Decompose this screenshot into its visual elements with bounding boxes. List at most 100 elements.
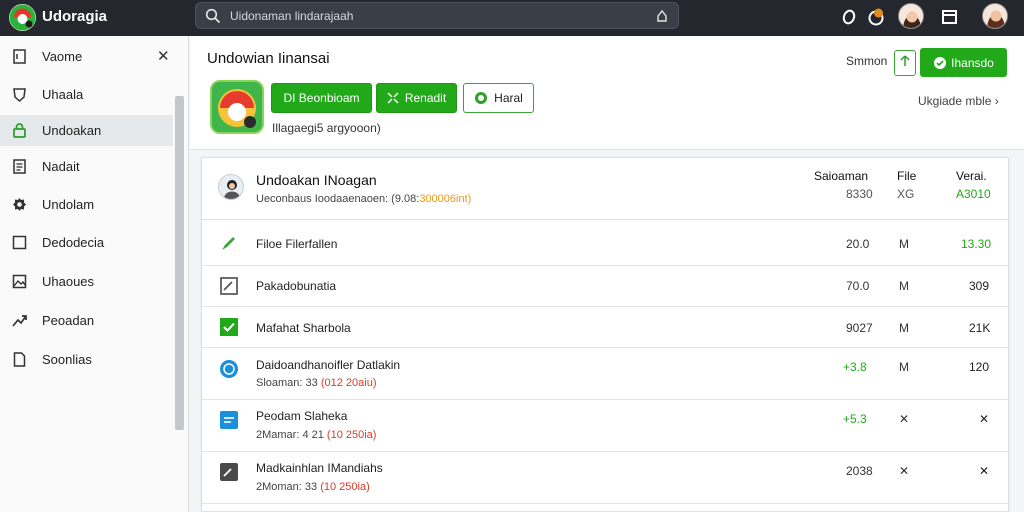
list-header: Undoakan INoagan Ueconbaus Ioodaaenaoen:… [202, 158, 1008, 220]
table-row[interactable]: Peodam Slaheka 2Mamar: 4 21 (10 250ia) +… [202, 400, 1008, 452]
sidebar-item-uhaala[interactable]: Uhaala [0, 79, 173, 110]
user-avatar[interactable] [898, 3, 924, 29]
row-cell-type: M [899, 360, 909, 374]
sidebar-item-label: Nadait [42, 159, 80, 174]
sidebar-item-dedodecia[interactable]: Dedodecia [0, 227, 173, 258]
expand-icon [387, 92, 399, 104]
target-icon [475, 92, 488, 104]
button-label: Renadit [404, 91, 447, 105]
row-title: Peodam Slaheka [256, 409, 348, 423]
edit-image-icon [220, 277, 238, 295]
sidebar-item-label: Vaome [42, 49, 83, 64]
row-cell-version: 13.30 [961, 237, 992, 251]
window-icon[interactable] [940, 7, 960, 27]
row-cell-size: 20.0 [846, 237, 870, 251]
sidebar-item-nadait[interactable]: Nadait [0, 151, 173, 182]
subtitle-highlight: 300006int) [419, 193, 472, 205]
sidebar: Vaome ✕ Uhaala Undoakan Nadait Undolam D… [0, 36, 189, 512]
sort-icon [900, 55, 910, 66]
row-title: Mafahat Sharbola [256, 321, 351, 335]
sidebar-item-vaome[interactable]: Vaome ✕ [0, 41, 173, 72]
close-icon[interactable]: ✕ [157, 47, 170, 65]
sidebar-item-label: Undolam [42, 197, 95, 212]
row-cell-version[interactable]: ✕ [979, 412, 989, 426]
avatar [218, 174, 244, 200]
row-title: Filoe Filerfallen [256, 237, 338, 251]
sidebar-item-undoakan[interactable]: Undoakan [0, 115, 173, 146]
row-cell-type[interactable]: ✕ [899, 464, 909, 478]
row-sub-prefix: 2Moman: 33 [256, 481, 321, 493]
subtitle-prefix: Ueconbaus Ioodaaenaoen: (9.08: [256, 193, 420, 205]
profile-avatar[interactable] [982, 3, 1008, 29]
row-cell-version[interactable]: ✕ [979, 464, 989, 478]
table-row[interactable]: Mafahat Sharbola 9027 M 21K [202, 307, 1008, 348]
file-list: Undoakan INoagan Ueconbaus Ioodaaenaoen:… [201, 157, 1009, 512]
arrow-icon [12, 315, 27, 327]
page-header: Undowian Iinansai DI Beonbioam Renadit H… [190, 36, 1024, 150]
row-cell-size: 9027 [846, 321, 873, 335]
haral-button[interactable]: Haral [463, 83, 534, 113]
row-sub-highlight: (10 250ia) [326, 429, 377, 441]
row-title: Madkainhlan IMandiahs [256, 461, 383, 475]
search-input[interactable]: Uidonaman lindarajaah [195, 2, 679, 29]
gear-icon [13, 198, 26, 211]
row-sub-prefix: 2Mamar: 4 21 [256, 429, 327, 441]
row-subtitle: 2Mamar: 4 21 (10 250ia) [256, 429, 376, 441]
document-icon [13, 159, 26, 174]
sidebar-item-label: Peoadan [42, 313, 95, 328]
square-icon [12, 235, 27, 250]
column-header-file[interactable]: File [897, 169, 916, 183]
row-cell-size: 2038 [846, 464, 873, 478]
primary-action-button[interactable]: DI Beonbioam [271, 83, 372, 113]
upgrade-link[interactable]: Ukgiade mble › [918, 94, 999, 108]
table-row[interactable]: Daidoandhanoifler Datlakin Sloaman: 33 (… [202, 348, 1008, 400]
table-row[interactable]: Madkainhlan IMandiahs 2Moman: 33 (10 250… [202, 452, 1008, 504]
column-header-saioaman[interactable]: Saioaman [814, 169, 868, 183]
globe-icon [220, 360, 238, 378]
note-icon [220, 411, 238, 429]
file-icon [13, 49, 26, 64]
app-sub-info: Illagaegi5 argyooon) [272, 121, 381, 135]
column-header-version[interactable]: Verai. [956, 169, 987, 183]
row-cell-size: +3.8 [843, 360, 867, 374]
app-icon [210, 80, 264, 134]
sidebar-item-label: Dedodecia [42, 235, 105, 250]
sort-label: Smmon [846, 54, 888, 68]
top-bar: Udoragia Uidonaman lindarajaah [0, 0, 1024, 36]
sidebar-item-undolam[interactable]: Undolam [0, 189, 173, 220]
row-cell-size: 70.0 [846, 279, 870, 293]
row-sub-highlight: (012 20aiu) [320, 377, 377, 389]
moon-icon[interactable] [839, 7, 859, 27]
shield-icon [13, 88, 26, 103]
sidebar-item-label: Soonlias [42, 352, 92, 367]
app-logo [9, 4, 36, 31]
row-cell-version: 120 [969, 360, 990, 374]
row-cell-type: M [899, 321, 909, 335]
checkbox-icon[interactable] [219, 317, 239, 337]
row-sub-prefix: Sloaman: 33 [256, 377, 321, 389]
sidebar-item-peoadan[interactable]: Peoadan [0, 305, 173, 336]
sort-button[interactable] [894, 50, 916, 76]
row-cell-type[interactable]: ✕ [899, 412, 909, 426]
page-title: Undowian Iinansai [207, 50, 330, 67]
button-label: Ihansdo [951, 55, 994, 70]
sidebar-scrollbar[interactable] [175, 96, 184, 430]
table-row[interactable]: Pakadobunatia 70.0 M 309 [202, 266, 1008, 307]
app-title: Udoragia [42, 8, 108, 25]
notification-icon[interactable] [866, 7, 886, 27]
table-row[interactable]: Filoe Filerfallen 20.0 M 13.30 [202, 221, 1008, 266]
sidebar-item-label: Uhaoues [42, 274, 95, 289]
button-label: Haral [494, 91, 523, 105]
button-label: DI Beonbioam [283, 91, 360, 105]
ihansdo-button[interactable]: Ihansdo [920, 48, 1007, 77]
pen-icon [222, 237, 235, 250]
sidebar-item-soonlias[interactable]: Soonlias [0, 344, 173, 375]
row-cell-version: 21K [969, 321, 991, 335]
refresh-icon[interactable] [654, 8, 670, 24]
sidebar-item-uhaoues[interactable]: Uhaoues [0, 266, 173, 297]
row-subtitle: 2Moman: 33 (10 250ia) [256, 481, 370, 493]
search-value: Uidonaman lindarajaah [230, 9, 354, 23]
row-cell-version: 309 [969, 279, 990, 293]
list-title: Undoakan INoagan [256, 172, 377, 188]
renadit-button[interactable]: Renadit [376, 83, 457, 113]
